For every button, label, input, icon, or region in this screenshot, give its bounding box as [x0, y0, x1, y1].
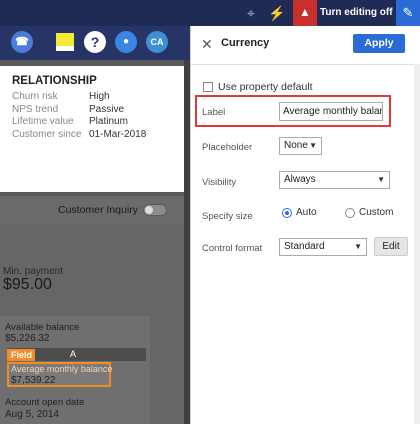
available-balance-value: $5,226.32: [5, 333, 50, 344]
label-field-label: Label: [202, 107, 226, 118]
label-input[interactable]: [279, 102, 383, 121]
network-icon[interactable]: ⌖: [243, 5, 259, 21]
placeholder-label: Placeholder: [202, 142, 253, 153]
size-custom-label: Custom: [359, 207, 394, 218]
placeholder-value: None: [284, 140, 308, 151]
account-open-label: Account open date: [5, 397, 85, 408]
divider: [191, 64, 420, 65]
control-format-label: Control format: [202, 243, 263, 254]
relationship-card: RELATIONSHIP Churn risk High NPS trend P…: [0, 66, 184, 192]
available-balance-label: Available balance: [5, 322, 80, 333]
control-format-select[interactable]: Standard ▼: [279, 238, 367, 256]
pencil-icon[interactable]: ✎: [396, 0, 420, 26]
field-tag[interactable]: Field: [7, 349, 35, 361]
panel-scrollbar[interactable]: [414, 64, 420, 424]
visibility-select[interactable]: Always ▼: [279, 171, 390, 189]
bot-icon[interactable]: ●: [115, 31, 137, 53]
customer-inquiry-row: Customer Inquiry: [0, 196, 184, 224]
relationship-row: Churn risk High: [12, 91, 184, 104]
use-property-default-row[interactable]: Use property default: [203, 81, 313, 93]
panel-title: Currency: [221, 37, 270, 49]
account-open-value: Aug 5, 2014: [5, 409, 59, 420]
relationship-row: Customer since 01-Mar-2018: [12, 129, 184, 142]
property-panel: ✕ Currency Apply Use property default La…: [190, 26, 420, 424]
sticky-note-icon[interactable]: [56, 33, 74, 51]
chevron-down-icon: ▼: [377, 175, 385, 184]
phone-icon[interactable]: ☎: [11, 31, 33, 53]
customer-inquiry-label: Customer Inquiry: [58, 204, 138, 216]
chevron-down-icon: ▼: [309, 141, 317, 150]
avg-balance-label: Average monthly balance: [11, 364, 113, 374]
size-custom-radio[interactable]: Custom: [345, 207, 393, 218]
help-icon[interactable]: ?: [84, 31, 106, 53]
min-payment-value: $95.00: [3, 276, 52, 293]
apply-button[interactable]: Apply: [353, 34, 405, 53]
relationship-key: Customer since: [12, 128, 82, 140]
control-format-value: Standard: [284, 241, 325, 252]
relationship-title: RELATIONSHIP: [12, 75, 97, 87]
relationship-key: NPS trend: [12, 103, 59, 115]
relationship-key: Churn risk: [12, 91, 58, 102]
placeholder-select[interactable]: None ▼: [279, 137, 322, 155]
visibility-label: Visibility: [202, 177, 237, 188]
relationship-value: 01-Mar-2018: [89, 128, 147, 140]
radio-selected-icon[interactable]: [282, 207, 292, 218]
top-bar: ⌖ ⚡ Turn editing off ▲ ✎: [0, 0, 420, 26]
size-auto-radio[interactable]: Auto: [282, 207, 317, 218]
app-header: ☎ ? ● CA: [0, 26, 190, 60]
use-property-default-label: Use property default: [218, 81, 313, 93]
bolt-icon[interactable]: ⚡: [268, 5, 285, 21]
relationship-row: Lifetime value Platinum: [12, 116, 184, 129]
relationship-value: Platinum: [89, 116, 128, 127]
turn-editing-off-label: Turn editing off: [320, 7, 393, 18]
chevron-down-icon: ▼: [354, 242, 362, 251]
field-column-label: A: [70, 349, 77, 359]
use-property-default-checkbox[interactable]: [203, 82, 213, 92]
customer-inquiry-toggle[interactable]: [143, 204, 167, 216]
relationship-value: High: [89, 91, 110, 102]
relationship-key: Lifetime value: [12, 116, 74, 127]
graduation-cap-icon[interactable]: ▲: [293, 0, 317, 26]
edit-button[interactable]: Edit: [374, 237, 408, 256]
radio-icon[interactable]: [345, 207, 355, 218]
relationship-row: NPS trend Passive: [12, 104, 184, 117]
avg-balance-value: $7,539.22: [11, 375, 56, 386]
close-icon[interactable]: ✕: [201, 36, 213, 53]
relationship-value: Passive: [89, 103, 125, 115]
avatar[interactable]: CA: [146, 31, 168, 53]
size-auto-label: Auto: [296, 207, 317, 218]
specify-size-label: Specify size: [202, 211, 253, 222]
visibility-value: Always: [284, 174, 316, 185]
